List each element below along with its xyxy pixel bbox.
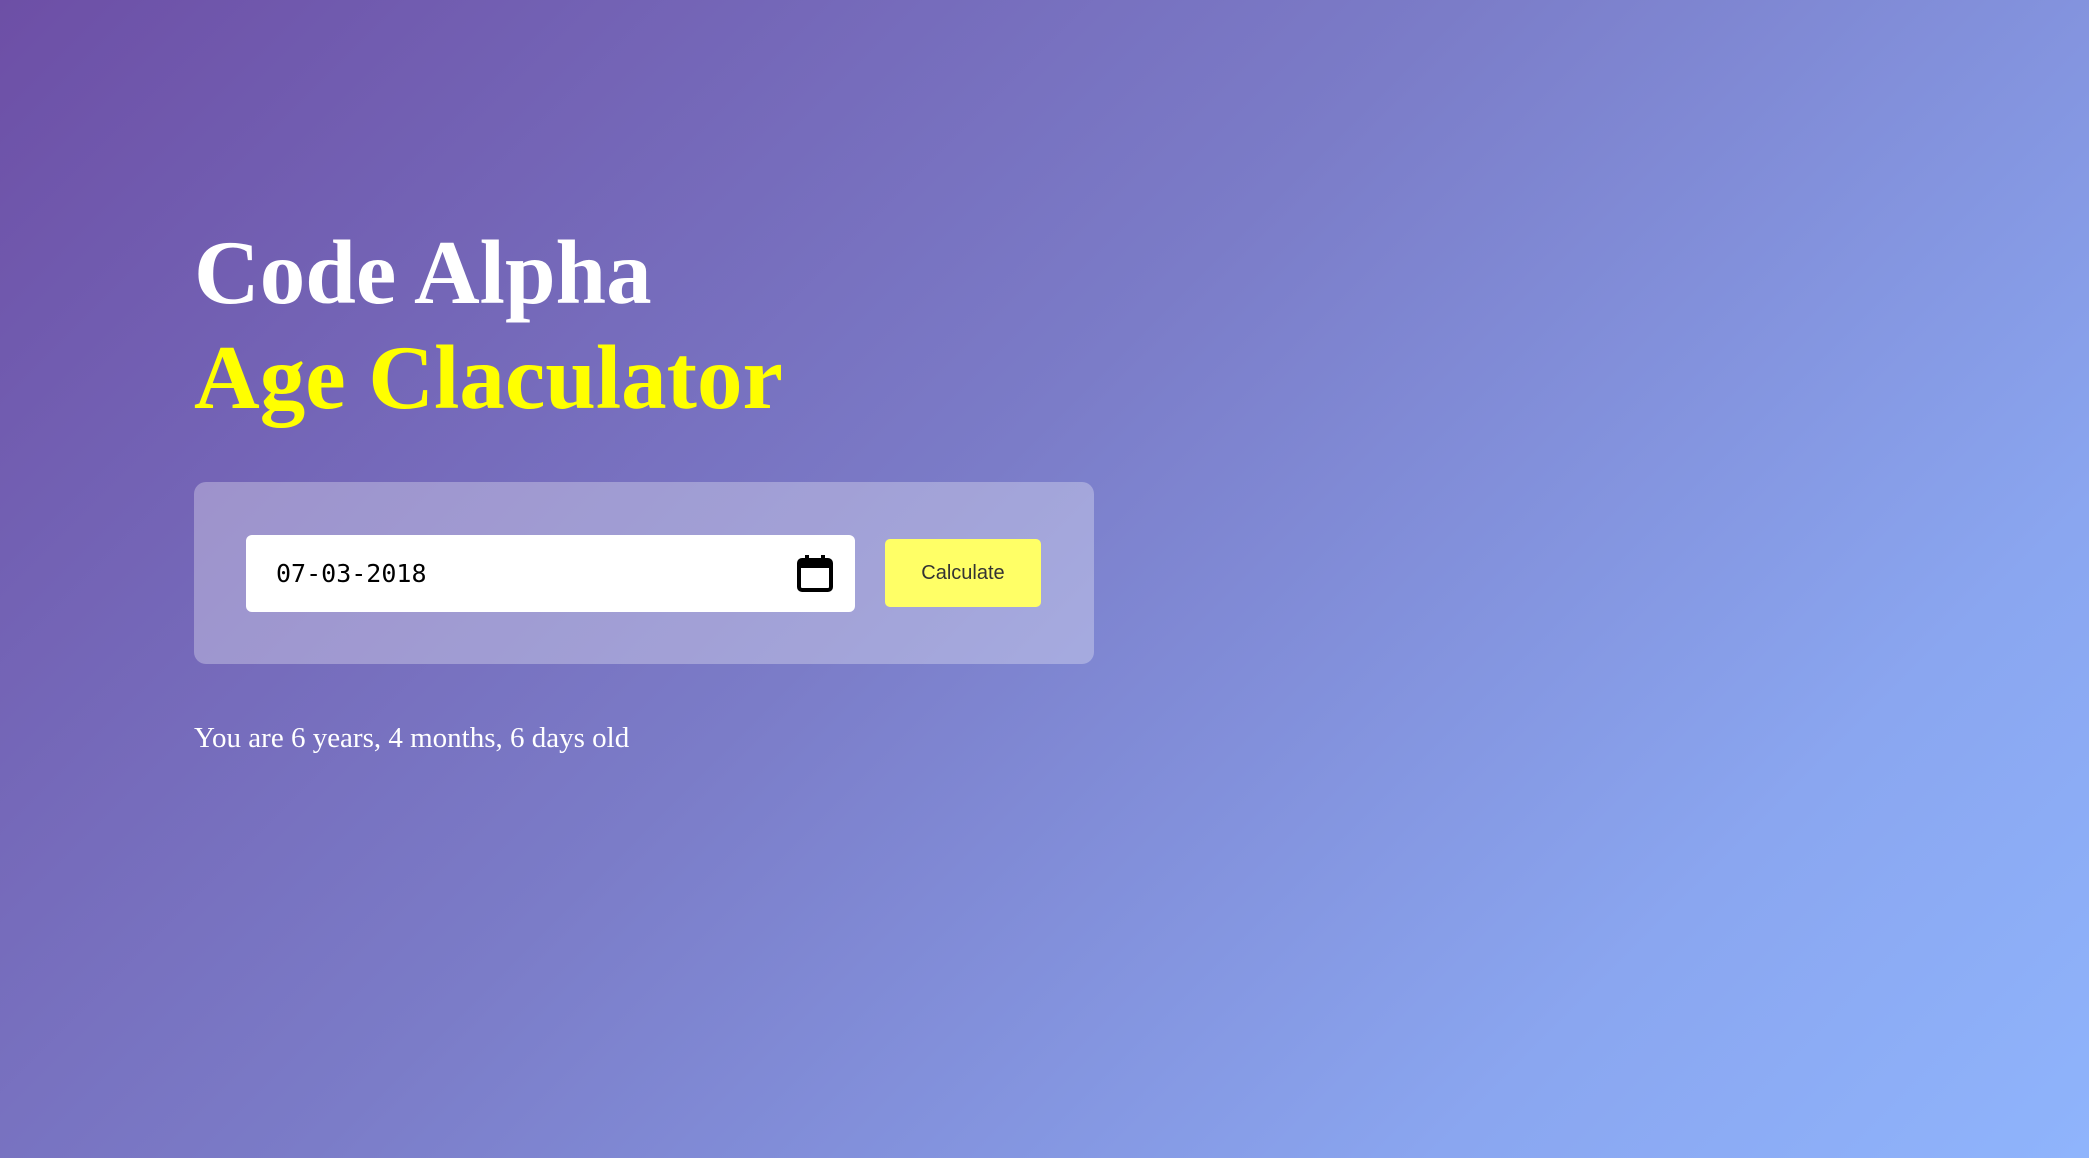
birthdate-input[interactable]: 07-03-2018 (246, 534, 855, 612)
main-container: Code Alpha Age Claculator 07-03-2018 Cal… (194, 220, 1094, 755)
input-panel: 07-03-2018 Calculate (194, 482, 1094, 664)
calculate-button[interactable]: Calculate (885, 539, 1041, 607)
calendar-icon[interactable] (795, 552, 835, 594)
app-subtitle: Age Claculator (194, 327, 783, 428)
birthdate-value[interactable]: 07-03-2018 (276, 559, 427, 588)
app-title: Code Alpha (194, 222, 652, 323)
age-result: You are 6 years, 4 months, 6 days old (194, 722, 630, 754)
